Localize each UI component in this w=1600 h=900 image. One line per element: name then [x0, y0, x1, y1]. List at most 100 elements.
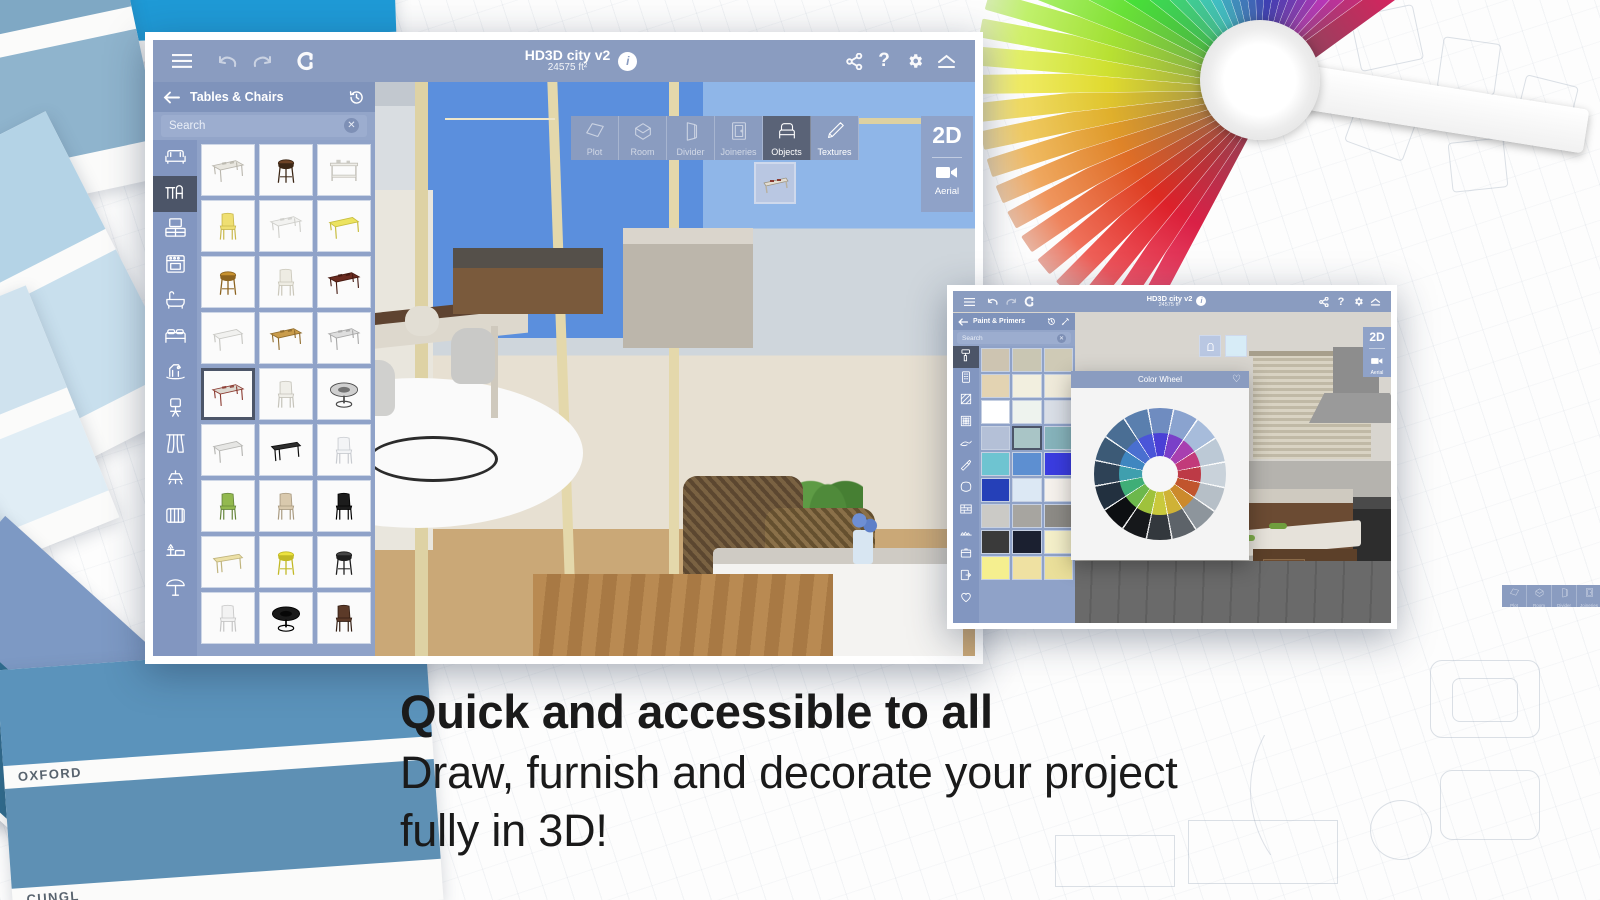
clear-icon[interactable]: ✕: [1057, 333, 1066, 343]
material-category-leather[interactable]: [953, 478, 979, 500]
material-category-paper-fold[interactable]: [953, 434, 979, 456]
furniture-thumb-green-medallion-chair[interactable]: [201, 480, 255, 532]
paint-swatch[interactable]: [1043, 426, 1073, 450]
furniture-thumb-yellow-desk[interactable]: [317, 200, 371, 252]
export-icon[interactable]: [1367, 294, 1383, 310]
paint-swatch[interactable]: [1043, 374, 1073, 398]
mode-tab-textures[interactable]: Textures: [811, 116, 859, 160]
material-category-wallpaper[interactable]: [953, 368, 979, 390]
furniture-thumb-bar-stool-wood[interactable]: [201, 256, 255, 308]
furniture-thumb-yellow-chair[interactable]: [201, 200, 255, 252]
furniture-thumb-slipcover-chair[interactable]: [259, 256, 313, 308]
paint-swatch[interactable]: [1043, 478, 1073, 502]
paint-swatch[interactable]: [1012, 504, 1042, 528]
category-garage[interactable]: [153, 536, 197, 572]
furniture-thumb-dining-table-white[interactable]: [201, 144, 255, 196]
furniture-thumb-glass-table[interactable]: [317, 312, 371, 364]
furniture-thumb-drop-leaf-table[interactable]: [259, 200, 313, 252]
furniture-thumb-cross-back-chair[interactable]: [259, 368, 313, 420]
export-icon[interactable]: [931, 46, 961, 76]
furniture-thumb-white-chair[interactable]: [317, 424, 371, 476]
history-icon[interactable]: [348, 89, 365, 106]
mode-tab-plot[interactable]: Plot: [1502, 585, 1527, 608]
category-kids[interactable]: [153, 356, 197, 392]
paint-swatch[interactable]: [1012, 348, 1042, 372]
paint-swatch[interactable]: [1012, 530, 1042, 554]
material-category-favorites[interactable]: [953, 588, 979, 610]
material-category-paint-roller[interactable]: [953, 346, 979, 368]
view-mode-2d-button[interactable]: 2D: [1363, 327, 1391, 348]
info-icon[interactable]: i: [618, 51, 638, 71]
paint-swatch[interactable]: [1012, 426, 1042, 450]
paint-swatch[interactable]: [1043, 530, 1073, 554]
eyedropper-icon[interactable]: [1061, 317, 1070, 326]
furniture-thumb-wood-bench[interactable]: [201, 536, 255, 588]
paint-swatch[interactable]: [1012, 400, 1042, 424]
mode-tab-objects[interactable]: Objects: [763, 116, 811, 160]
gear-icon[interactable]: [1349, 294, 1367, 310]
selected-object-thumbnail-small[interactable]: [1199, 335, 1221, 357]
history-icon[interactable]: [1047, 317, 1056, 326]
selected-object-thumbnail[interactable]: [754, 162, 796, 204]
material-category-hatch-pattern[interactable]: [953, 390, 979, 412]
paint-swatch[interactable]: [1012, 478, 1042, 502]
category-sofa[interactable]: [153, 140, 197, 176]
paint-swatch[interactable]: [1012, 374, 1042, 398]
furniture-thumb-metal-bar-stool[interactable]: [317, 536, 371, 588]
furniture-thumb-black-lounge-chair[interactable]: [317, 480, 371, 532]
paint-swatch[interactable]: [981, 348, 1011, 372]
magnet-icon[interactable]: [1020, 294, 1038, 310]
info-icon[interactable]: i: [1196, 296, 1207, 307]
aerial-camera-button[interactable]: Aerial: [1363, 349, 1391, 378]
paint-swatch[interactable]: [981, 426, 1011, 450]
gear-icon[interactable]: [899, 46, 931, 76]
material-category-dots-pattern[interactable]: [953, 412, 979, 434]
undo-icon[interactable]: [211, 46, 245, 76]
paint-swatch[interactable]: [981, 530, 1011, 554]
material-category-paint-brush[interactable]: [953, 456, 979, 478]
aerial-camera-button[interactable]: Aerial: [921, 158, 973, 202]
mode-tab-joineries[interactable]: Joineries: [715, 116, 763, 160]
clear-icon[interactable]: ✕: [344, 118, 359, 134]
hamburger-icon[interactable]: [167, 46, 197, 76]
share-icon[interactable]: [839, 46, 869, 76]
furniture-thumb-round-patterned-table[interactable]: [317, 368, 371, 420]
paint-swatch[interactable]: [981, 556, 1011, 580]
furniture-thumb-eames-chair[interactable]: [201, 592, 255, 644]
paint-swatch[interactable]: [981, 478, 1011, 502]
share-icon[interactable]: [1315, 294, 1333, 310]
help-icon[interactable]: ?: [1333, 294, 1349, 310]
paint-swatch[interactable]: [981, 374, 1011, 398]
paint-swatch[interactable]: [981, 452, 1011, 476]
back-arrow-icon[interactable]: [163, 91, 180, 104]
category-tv-stand[interactable]: [153, 212, 197, 248]
paint-swatch[interactable]: [981, 504, 1011, 528]
category-office[interactable]: [153, 392, 197, 428]
category-kitchen[interactable]: [153, 248, 197, 284]
furniture-thumb-wood-dining-set[interactable]: [259, 312, 313, 364]
furniture-thumb-brown-dining-chair[interactable]: [317, 592, 371, 644]
mode-tab-room[interactable]: Room: [1527, 585, 1552, 608]
furniture-thumb-curved-desk[interactable]: [201, 312, 255, 364]
mode-tab-divider[interactable]: Divider: [667, 116, 715, 160]
magnet-icon[interactable]: [289, 46, 323, 76]
view-mode-2d-button[interactable]: 2D: [921, 116, 973, 157]
search-input[interactable]: Search ✕: [957, 331, 1071, 345]
category-outdoor[interactable]: [153, 572, 197, 608]
mode-tab-divider[interactable]: Divider: [1552, 585, 1577, 608]
paint-swatch[interactable]: [1043, 556, 1073, 580]
paint-swatch[interactable]: [1043, 504, 1073, 528]
furniture-thumb-beige-armchair[interactable]: [259, 480, 313, 532]
mode-tab-room[interactable]: Room: [619, 116, 667, 160]
furniture-thumb-mahogany-table[interactable]: [317, 256, 371, 308]
paint-swatch[interactable]: [1012, 452, 1042, 476]
category-radiator[interactable]: [153, 500, 197, 536]
furniture-thumb-oval-desk[interactable]: [201, 424, 255, 476]
material-category-grass[interactable]: [953, 522, 979, 544]
category-curtains[interactable]: [153, 428, 197, 464]
material-category-box[interactable]: [953, 544, 979, 566]
category-lighting[interactable]: [153, 464, 197, 500]
paint-swatch[interactable]: [981, 400, 1011, 424]
hamburger-icon[interactable]: [961, 294, 977, 310]
category-bath[interactable]: [153, 284, 197, 320]
